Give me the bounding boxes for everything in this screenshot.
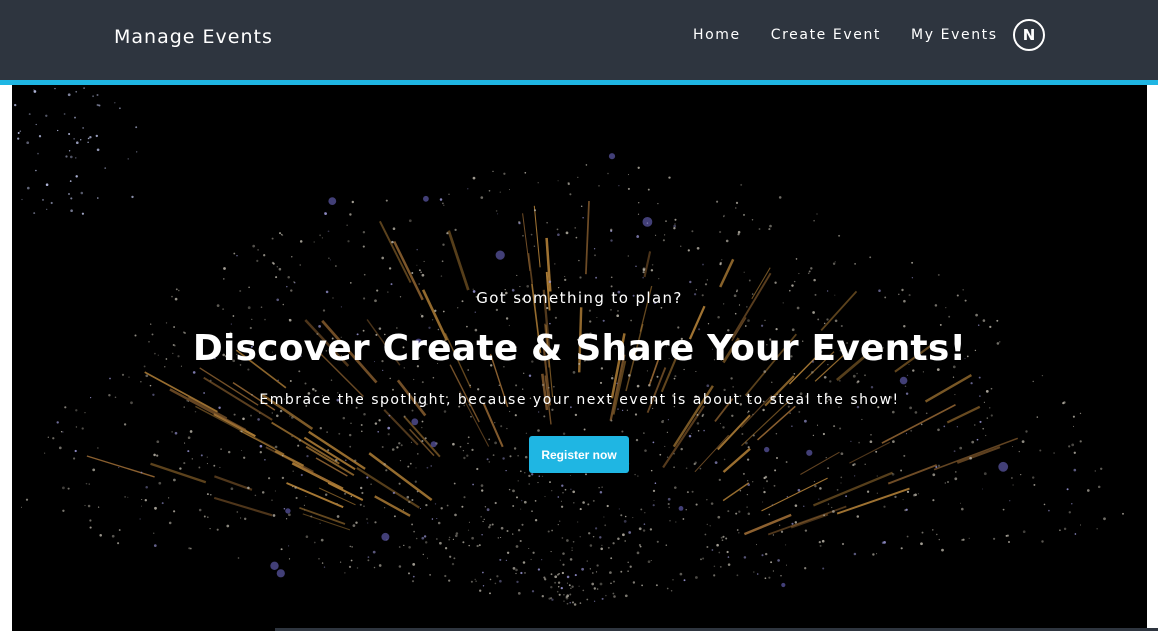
nav-link-my-events[interactable]: My Events bbox=[911, 26, 998, 44]
hero-tagline: Embrace the spotlight, because your next… bbox=[259, 392, 900, 408]
hero-banner: Got something to plan? Discover Create &… bbox=[12, 85, 1147, 631]
register-now-button[interactable]: Register now bbox=[529, 436, 629, 473]
top-navbar: Manage Events Home Create Event My Event… bbox=[0, 0, 1158, 80]
hero-title: Discover Create & Share Your Events! bbox=[192, 328, 967, 369]
brand-title[interactable]: Manage Events bbox=[114, 26, 273, 48]
nav-links: Home Create Event My Events bbox=[693, 26, 998, 44]
nav-link-create-event[interactable]: Create Event bbox=[771, 26, 881, 44]
nav-link-home[interactable]: Home bbox=[693, 26, 741, 44]
user-avatar[interactable]: N bbox=[1013, 19, 1045, 51]
hero-subtitle: Got something to plan? bbox=[476, 289, 683, 307]
